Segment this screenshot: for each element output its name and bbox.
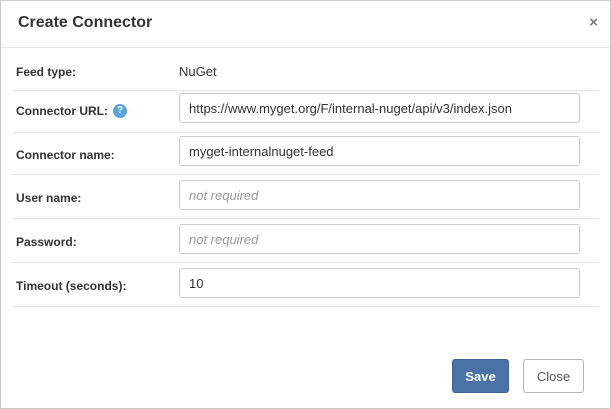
- password-row: Password:: [13, 219, 599, 263]
- question-circle-icon[interactable]: ?: [113, 103, 127, 118]
- close-icon[interactable]: ×: [589, 14, 598, 32]
- connector-url-label-text: Connector URL:: [16, 104, 108, 118]
- timeout-row: Timeout (seconds):: [13, 263, 599, 307]
- dialog-title: Create Connector: [18, 14, 153, 31]
- timeout-label: Timeout (seconds):: [16, 279, 127, 293]
- connector-url-row: Connector URL:?: [13, 91, 599, 133]
- feed-type-label: Feed type:: [16, 65, 77, 79]
- feed-type-value: NuGet: [179, 64, 217, 79]
- connector-url-label: Connector URL:?: [16, 103, 127, 118]
- timeout-input[interactable]: [179, 268, 580, 298]
- user-name-row: User name:: [13, 175, 599, 219]
- save-button[interactable]: Save: [452, 359, 509, 393]
- user-name-input[interactable]: [179, 180, 580, 210]
- connector-name-row: Connector name:: [13, 133, 599, 175]
- close-button[interactable]: Close: [523, 359, 584, 393]
- create-connector-dialog: Create Connector × Feed type: NuGet Conn…: [0, 0, 611, 409]
- connector-name-label: Connector name:: [16, 148, 115, 162]
- connector-name-input[interactable]: [179, 136, 580, 166]
- user-name-label: User name:: [16, 191, 82, 205]
- password-input[interactable]: [179, 224, 580, 254]
- password-label: Password:: [16, 235, 77, 249]
- connector-url-input[interactable]: [179, 93, 580, 123]
- feed-type-row: Feed type: NuGet: [13, 48, 599, 91]
- dialog-header: Create Connector ×: [1, 1, 610, 48]
